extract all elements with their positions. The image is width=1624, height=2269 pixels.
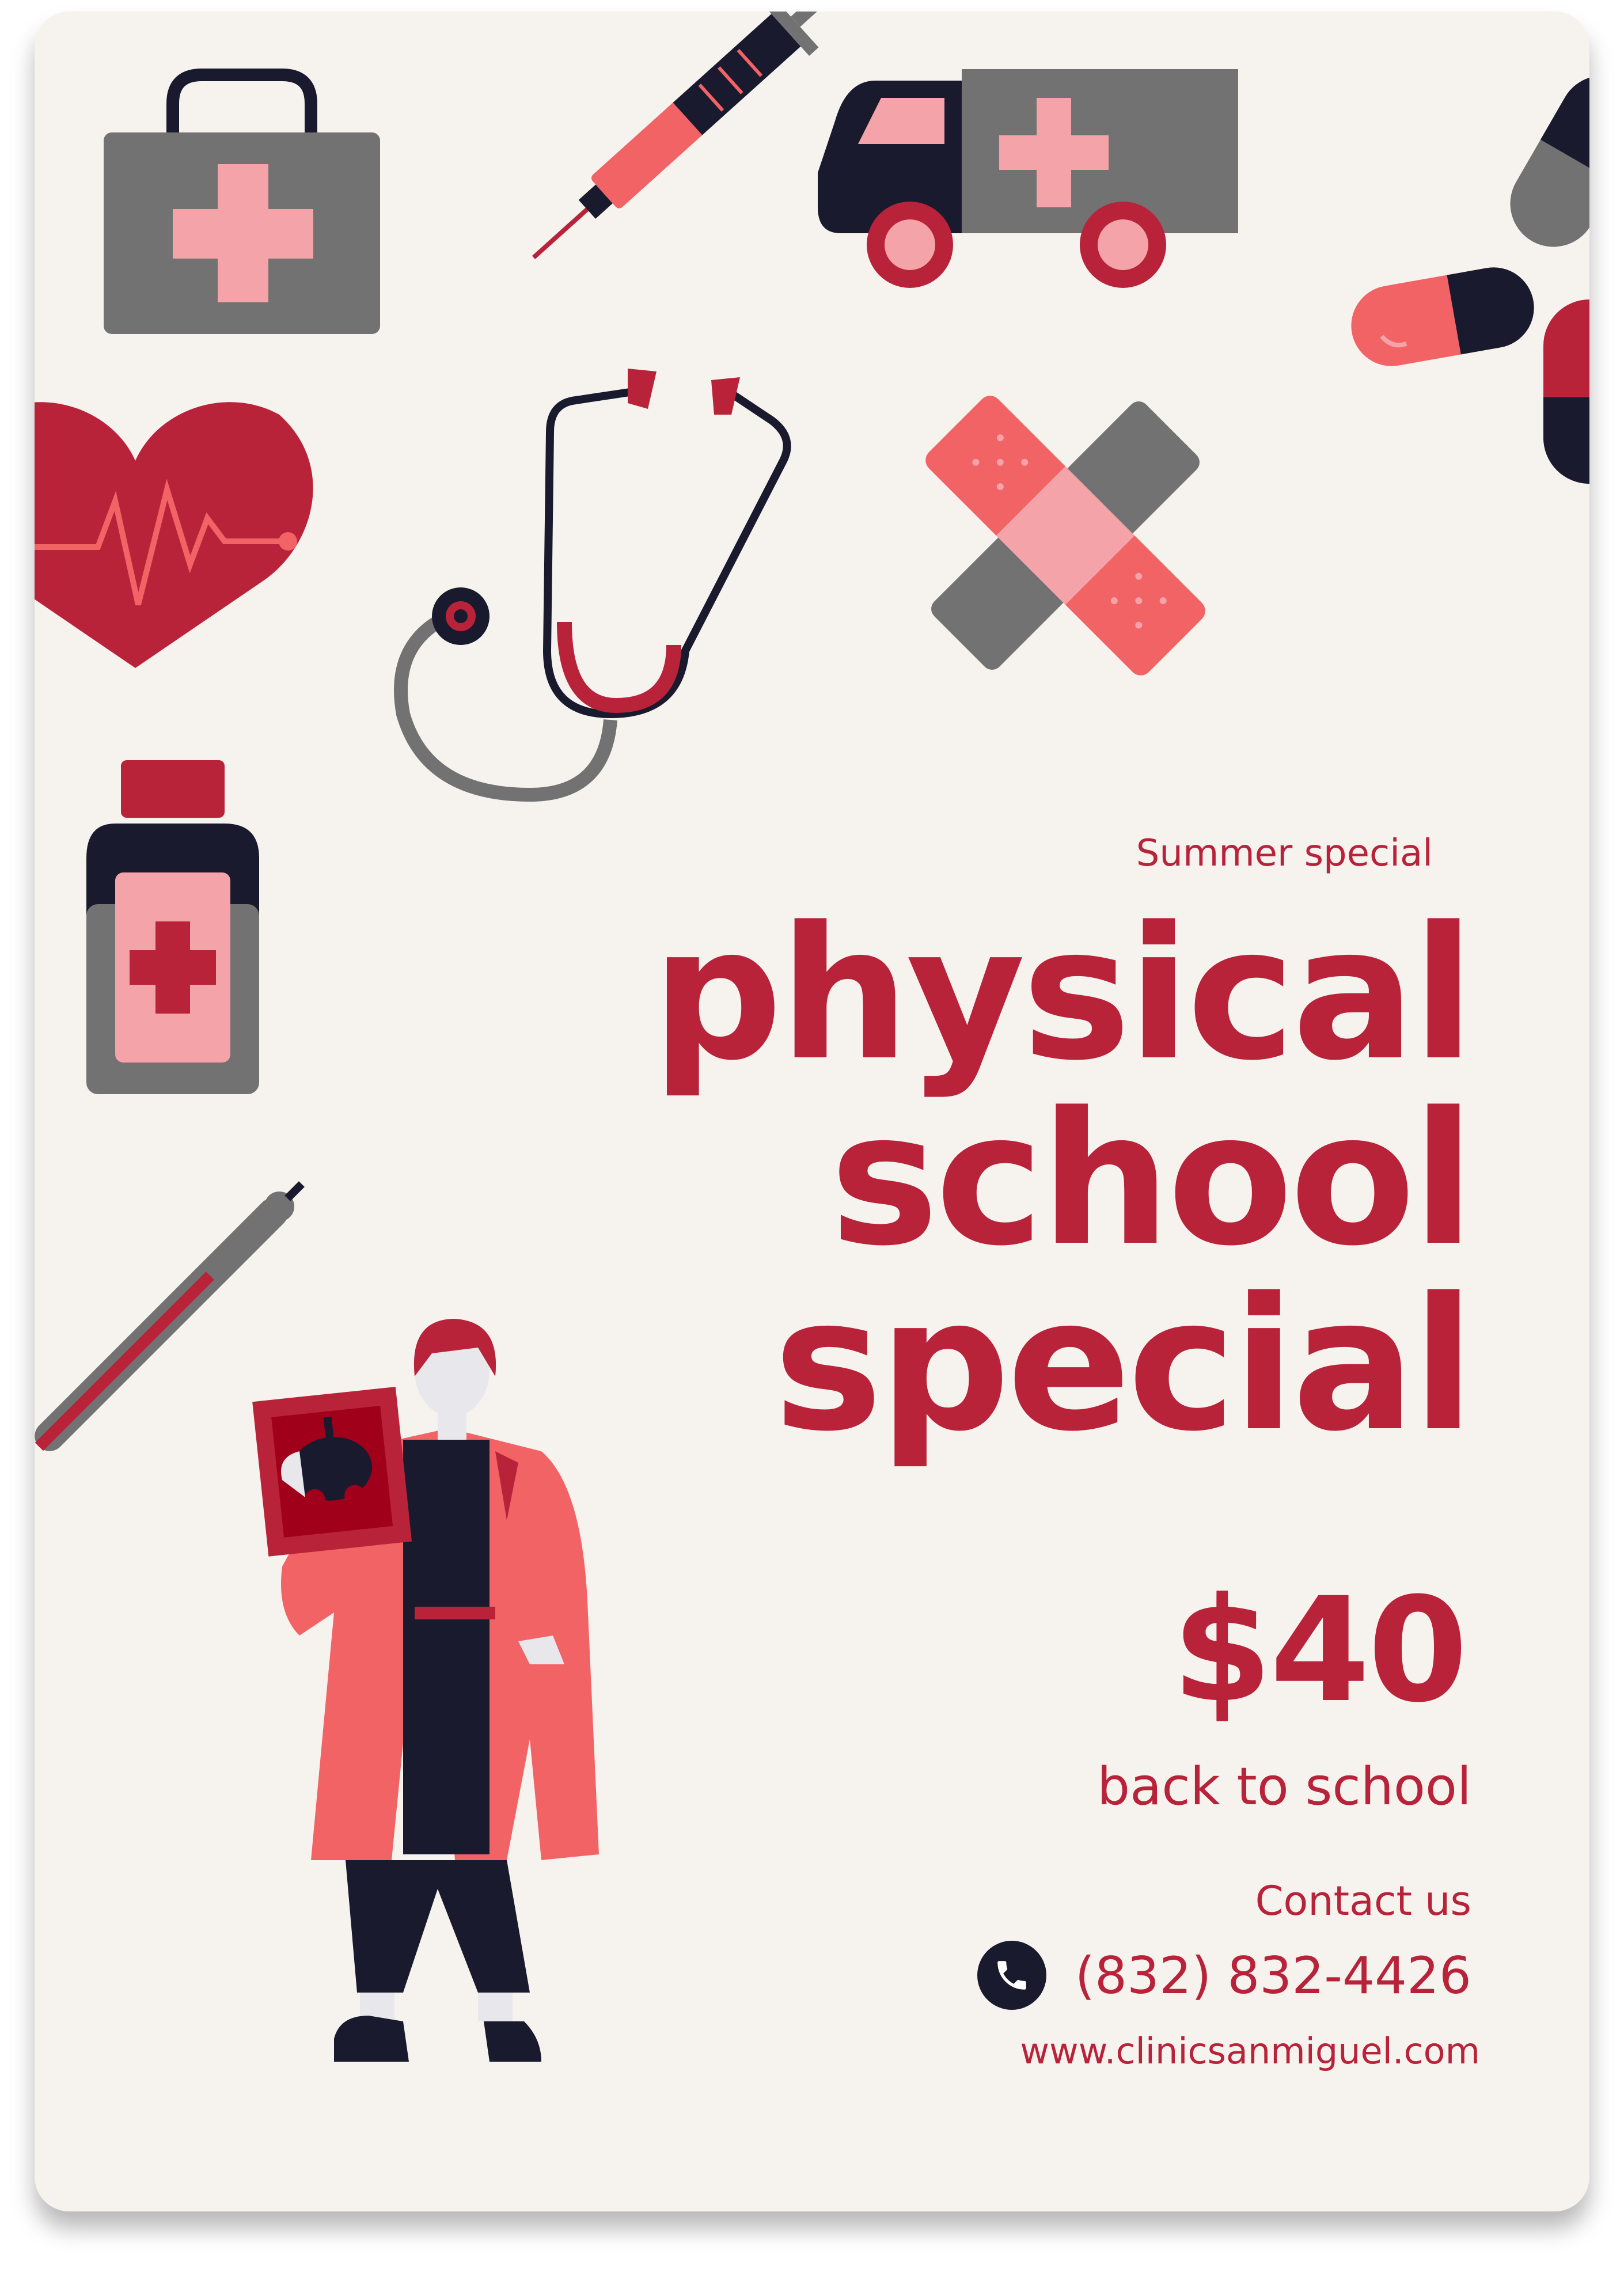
stethoscope-icon	[394, 369, 791, 802]
phone-icon	[977, 1941, 1046, 2010]
doctor-holding-xray-illustration	[252, 1319, 599, 2062]
medicine-bottle-icon	[86, 760, 259, 1094]
website-link[interactable]: www.clinicsanmiguel.com	[1020, 2030, 1480, 2072]
headline-line-1: physical	[651, 887, 1475, 1101]
bandage-icon	[925, 396, 1205, 676]
heartbeat-heart-icon	[35, 402, 313, 668]
first-aid-kit-icon	[104, 69, 380, 334]
price: $40	[1172, 1566, 1468, 1734]
kicker-text: Summer special	[1136, 832, 1433, 875]
headline-line-3: special	[773, 1258, 1475, 1471]
phone-row: (832) 832-4426	[977, 1941, 1471, 2010]
tagline: back to school	[1097, 1756, 1471, 1817]
headline: physical school special	[651, 887, 1475, 1471]
pill-capsule-icon	[1351, 75, 1589, 484]
ambulance-icon	[818, 69, 1238, 288]
phone-number[interactable]: (832) 832-4426	[1075, 1946, 1471, 2005]
headline-line-2: school	[829, 1073, 1475, 1286]
poster-card: Summer special physical school special $…	[35, 12, 1589, 2211]
contact-label: Contact us	[1255, 1877, 1471, 1925]
